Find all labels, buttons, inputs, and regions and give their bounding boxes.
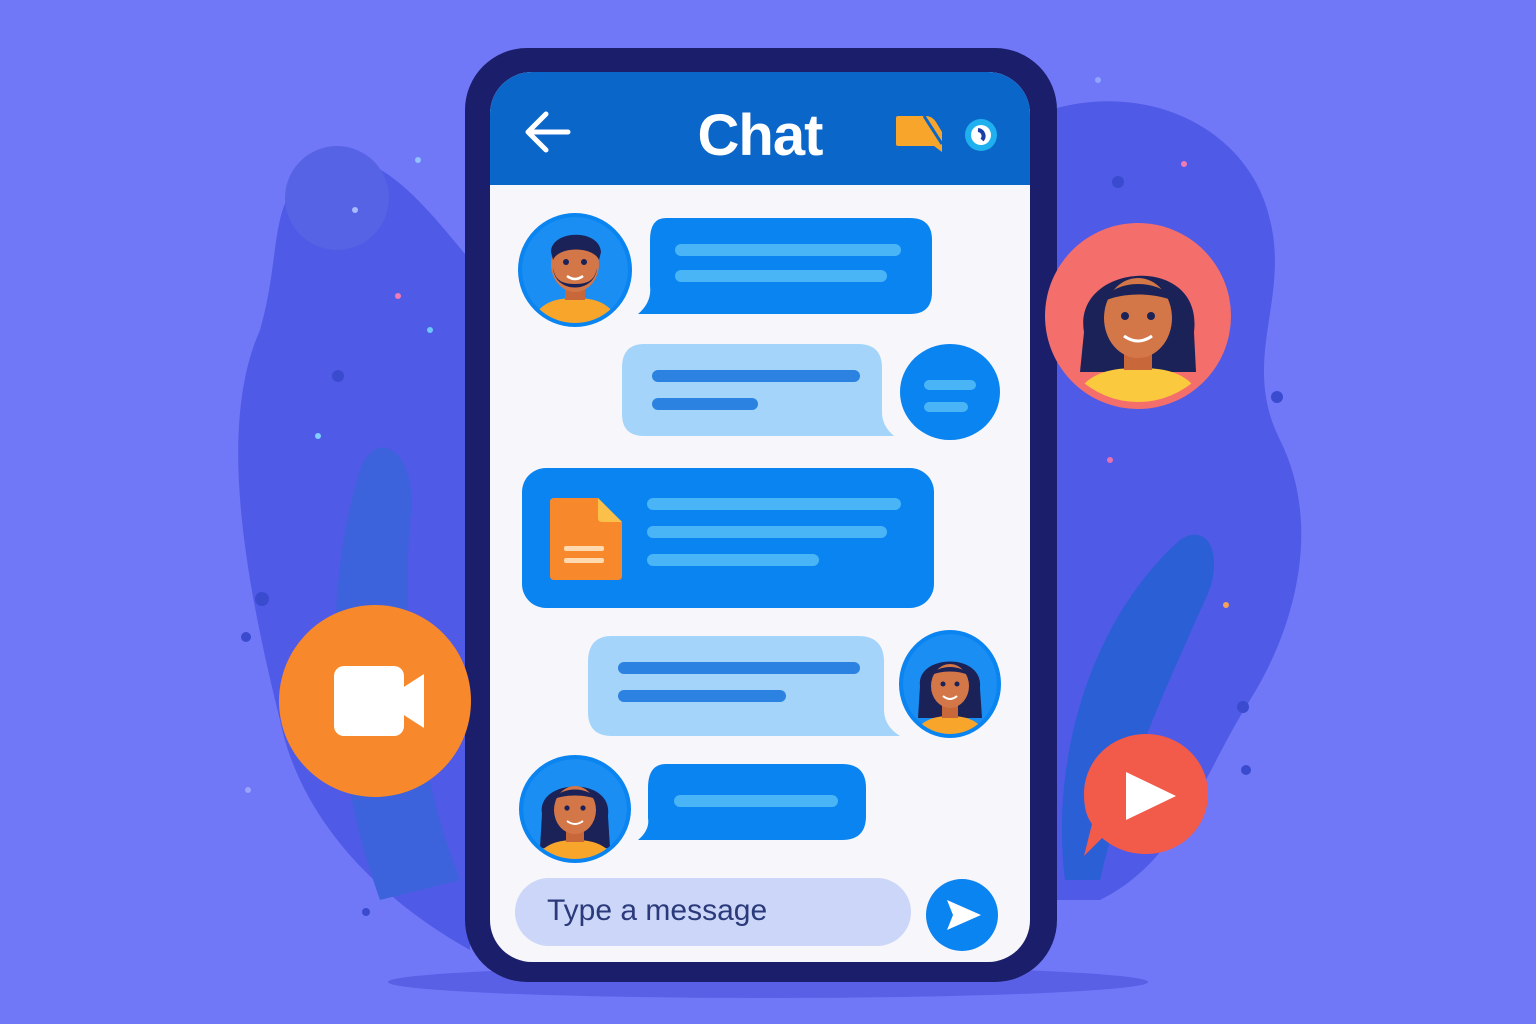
message-text-line bbox=[647, 554, 819, 566]
video-camera-icon[interactable] bbox=[278, 604, 472, 798]
avatar-man[interactable] bbox=[517, 212, 633, 328]
chat-screen: Chat Type a message bbox=[490, 72, 1030, 962]
message-bubble-2[interactable] bbox=[620, 342, 896, 440]
message-bubble-4[interactable] bbox=[586, 634, 902, 740]
message-input-placeholder: Type a message bbox=[547, 894, 768, 927]
message-input[interactable]: Type a message bbox=[515, 878, 911, 946]
avatar-woman-left[interactable] bbox=[518, 754, 632, 864]
message-text-line bbox=[618, 690, 786, 702]
message-text-line bbox=[647, 526, 887, 538]
send-icon[interactable] bbox=[925, 878, 999, 952]
message-text-line bbox=[675, 270, 887, 282]
document-icon[interactable] bbox=[546, 496, 626, 582]
message-text-line bbox=[618, 662, 860, 674]
app-header: Chat bbox=[490, 72, 1030, 185]
play-icon[interactable] bbox=[1082, 732, 1212, 860]
note-icon[interactable] bbox=[894, 114, 944, 156]
avatar-woman-right[interactable] bbox=[898, 628, 1002, 740]
message-text-line bbox=[652, 398, 758, 410]
message-text-line bbox=[675, 244, 901, 256]
contact-avatar[interactable] bbox=[1044, 222, 1232, 410]
message-bubble-1[interactable] bbox=[636, 216, 936, 318]
message-text-line bbox=[652, 370, 860, 382]
page-title: Chat bbox=[697, 103, 824, 168]
message-text-line bbox=[674, 795, 838, 807]
status-dot-icon[interactable] bbox=[964, 118, 998, 152]
avatar-me[interactable] bbox=[898, 342, 1002, 444]
message-text-line bbox=[647, 498, 901, 510]
